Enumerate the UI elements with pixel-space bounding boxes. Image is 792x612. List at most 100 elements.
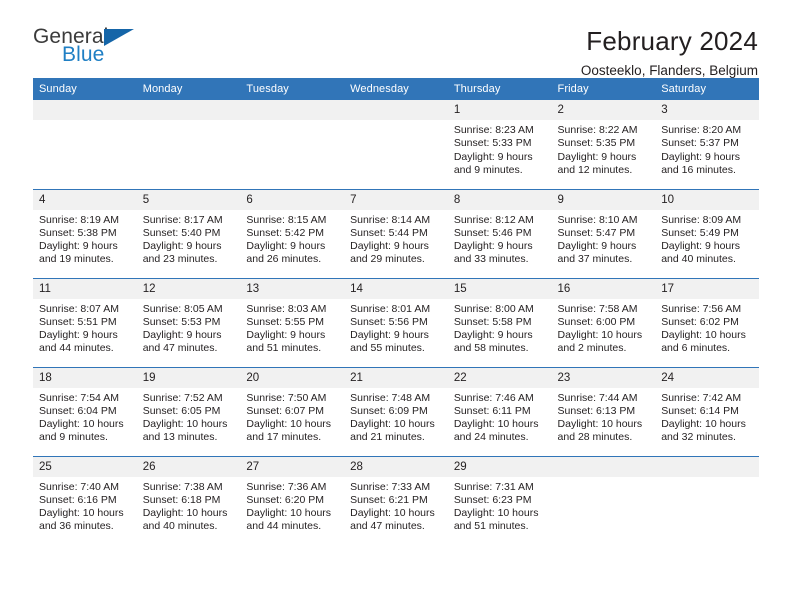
- calendar-day-cell[interactable]: 20 Sunrise: 7:50 AM Sunset: 6:07 PM Dayligh…: [240, 367, 345, 457]
- sunset-text: Sunset: 5:56 PM: [350, 315, 428, 328]
- calendar-day-cell[interactable]: 19 Sunrise: 7:52 AM Sunset: 6:05 PM Dayligh…: [136, 367, 241, 457]
- calendar-day-cell[interactable]: 15 Sunrise: 8:00 AM Sunset: 5:58 PM Dayligh…: [447, 278, 552, 368]
- calendar-day-cell[interactable]: 13 Sunrise: 8:03 AM Sunset: 5:55 PM Dayligh…: [240, 278, 345, 368]
- day-number: 25: [33, 456, 137, 477]
- daylight-text-line2: and 40 minutes.: [142, 520, 218, 533]
- daylight-text-line2: and 16 minutes.: [661, 163, 736, 176]
- calendar-day-cell[interactable]: 27 Sunrise: 7:36 AM Sunset: 6:20 PM Dayligh…: [240, 456, 345, 545]
- daylight-text-line2: and 51 minutes.: [453, 520, 529, 533]
- calendar-day-cell-empty: [551, 456, 656, 545]
- day-details: Sunrise: 8:00 AM Sunset: 5:58 PM Daylight:…: [448, 299, 552, 356]
- daylight-text-line1: Daylight: 10 hours: [557, 418, 643, 431]
- sunrise-text: Sunrise: 8:17 AM: [142, 213, 223, 226]
- calendar-page: General Blue February 2024 Oosteeklo, Fl…: [0, 0, 792, 612]
- calendar-day-cell[interactable]: 25 Sunrise: 7:40 AM Sunset: 6:16 PM Dayligh…: [33, 456, 137, 545]
- day-details: Sunrise: 8:19 AM Sunset: 5:38 PM Daylight:…: [33, 210, 137, 267]
- calendar-day-cell[interactable]: 16 Sunrise: 7:58 AM Sunset: 6:00 PM Dayligh…: [551, 278, 656, 368]
- daylight-text-line2: and 44 minutes.: [246, 520, 322, 533]
- sunrise-text: Sunrise: 8:05 AM: [142, 302, 223, 315]
- day-number: [551, 456, 656, 477]
- day-details: Sunrise: 8:22 AM Sunset: 5:35 PM Daylight:…: [552, 120, 656, 177]
- sunset-text: Sunset: 5:33 PM: [453, 137, 532, 150]
- day-number: [655, 456, 759, 477]
- sunrise-text: Sunrise: 8:20 AM: [661, 124, 742, 136]
- calendar-day-cell[interactable]: 10 Sunrise: 8:09 AM Sunset: 5:49 PM Dayligh…: [655, 189, 759, 279]
- weekday-header-friday: Friday: [551, 78, 656, 100]
- calendar-day-cell[interactable]: 9 Sunrise: 8:10 AM Sunset: 5:47 PM Daylight…: [551, 189, 656, 279]
- day-number: 17: [655, 278, 759, 299]
- sunrise-text: Sunrise: 7:52 AM: [142, 391, 223, 404]
- day-number: 23: [551, 367, 656, 388]
- sunrise-text: Sunrise: 8:22 AM: [557, 124, 638, 136]
- day-number: 7: [344, 189, 448, 210]
- weekday-header-wednesday: Wednesday: [344, 78, 448, 100]
- calendar-day-cell[interactable]: 17 Sunrise: 7:56 AM Sunset: 6:02 PM Dayligh…: [655, 278, 759, 368]
- sunrise-text: Sunrise: 7:42 AM: [661, 391, 742, 404]
- sunset-text: Sunset: 6:04 PM: [39, 404, 117, 417]
- sunrise-text: Sunrise: 8:14 AM: [350, 213, 431, 226]
- sunrise-text: Sunrise: 7:48 AM: [350, 391, 431, 404]
- brand-logo[interactable]: General Blue: [33, 26, 151, 65]
- sunset-text: Sunset: 6:21 PM: [350, 493, 428, 506]
- sunrise-text: Sunrise: 7:46 AM: [453, 391, 534, 404]
- calendar-header-row: Sunday Monday Tuesday Wednesday Thursday…: [33, 78, 759, 100]
- day-details: Sunrise: 8:03 AM Sunset: 5:55 PM Daylight:…: [240, 299, 344, 356]
- day-details: Sunrise: 8:10 AM Sunset: 5:47 PM Daylight:…: [552, 210, 656, 267]
- day-number: [344, 100, 448, 120]
- calendar-day-cell[interactable]: 4 Sunrise: 8:19 AM Sunset: 5:38 PM Daylight…: [33, 189, 137, 279]
- sunset-text: Sunset: 5:44 PM: [350, 226, 428, 239]
- daylight-text-line2: and 17 minutes.: [246, 431, 322, 444]
- calendar-day-cell[interactable]: 7 Sunrise: 8:14 AM Sunset: 5:44 PM Daylight…: [344, 189, 448, 279]
- calendar-day-cell[interactable]: 3 Sunrise: 8:20 AM Sunset: 5:37 PM Daylight…: [655, 100, 759, 190]
- sunrise-text: Sunrise: 8:00 AM: [453, 302, 534, 315]
- weekday-header-saturday: Saturday: [655, 78, 759, 100]
- calendar-day-cell[interactable]: 5 Sunrise: 8:17 AM Sunset: 5:40 PM Daylight…: [136, 189, 241, 279]
- calendar-day-cell[interactable]: 2 Sunrise: 8:22 AM Sunset: 5:35 PM Daylight…: [551, 100, 656, 190]
- daylight-text-line1: Daylight: 10 hours: [453, 418, 539, 431]
- sunset-text: Sunset: 5:40 PM: [142, 226, 221, 239]
- calendar-day-cell[interactable]: 1 Sunrise: 8:23 AM Sunset: 5:33 PM Daylight…: [447, 100, 552, 190]
- day-details: Sunrise: 7:46 AM Sunset: 6:11 PM Daylight:…: [448, 388, 552, 445]
- day-number: 10: [655, 189, 759, 210]
- daylight-text-line2: and 47 minutes.: [142, 342, 218, 355]
- calendar-day-cell-empty: [33, 100, 137, 190]
- sunrise-text: Sunrise: 7:56 AM: [661, 302, 742, 315]
- daylight-text-line1: Daylight: 10 hours: [661, 329, 746, 342]
- calendar-day-cell-empty: [136, 100, 241, 190]
- calendar-day-cell[interactable]: 24 Sunrise: 7:42 AM Sunset: 6:14 PM Dayligh…: [655, 367, 759, 457]
- daylight-text-line1: Daylight: 10 hours: [557, 329, 643, 342]
- day-number: 20: [240, 367, 345, 388]
- daylight-text-line2: and 9 minutes.: [39, 431, 108, 444]
- calendar-day-cell[interactable]: 23 Sunrise: 7:44 AM Sunset: 6:13 PM Dayligh…: [551, 367, 656, 457]
- daylight-text-line2: and 32 minutes.: [661, 431, 736, 444]
- sunset-text: Sunset: 5:46 PM: [453, 226, 532, 239]
- calendar-day-cell[interactable]: 22 Sunrise: 7:46 AM Sunset: 6:11 PM Dayligh…: [447, 367, 552, 457]
- daylight-text-line1: Daylight: 9 hours: [39, 329, 118, 342]
- calendar-day-cell[interactable]: 21 Sunrise: 7:48 AM Sunset: 6:09 PM Dayligh…: [344, 367, 448, 457]
- calendar-day-cell[interactable]: 26 Sunrise: 7:38 AM Sunset: 6:18 PM Dayligh…: [136, 456, 241, 545]
- calendar-day-cell[interactable]: 11 Sunrise: 8:07 AM Sunset: 5:51 PM Dayligh…: [33, 278, 137, 368]
- day-details: Sunrise: 7:48 AM Sunset: 6:09 PM Daylight:…: [344, 388, 448, 445]
- day-details: Sunrise: 8:09 AM Sunset: 5:49 PM Daylight:…: [655, 210, 759, 267]
- daylight-text-line2: and 24 minutes.: [453, 431, 529, 444]
- daylight-text-line2: and 29 minutes.: [350, 253, 425, 266]
- daylight-text-line1: Daylight: 10 hours: [453, 507, 539, 520]
- calendar-week-row: 11 Sunrise: 8:07 AM Sunset: 5:51 PM Dayligh…: [33, 278, 759, 368]
- calendar-day-cell[interactable]: 8 Sunrise: 8:12 AM Sunset: 5:46 PM Daylight…: [447, 189, 552, 279]
- day-number: 24: [655, 367, 759, 388]
- calendar-day-cell[interactable]: 28 Sunrise: 7:33 AM Sunset: 6:21 PM Dayligh…: [344, 456, 448, 545]
- calendar-day-cell[interactable]: 18 Sunrise: 7:54 AM Sunset: 6:04 PM Dayligh…: [33, 367, 137, 457]
- daylight-text-line2: and 19 minutes.: [39, 253, 114, 266]
- daylight-text-line1: Daylight: 9 hours: [453, 240, 533, 253]
- calendar-day-cell[interactable]: 14 Sunrise: 8:01 AM Sunset: 5:56 PM Dayligh…: [344, 278, 448, 368]
- title-block: February 2024 Oosteeklo, Flanders, Belgi…: [581, 26, 759, 80]
- calendar-day-cell[interactable]: 12 Sunrise: 8:05 AM Sunset: 5:53 PM Dayligh…: [136, 278, 241, 368]
- sunset-text: Sunset: 6:09 PM: [350, 404, 428, 417]
- calendar-day-cell[interactable]: 6 Sunrise: 8:15 AM Sunset: 5:42 PM Daylight…: [240, 189, 345, 279]
- daylight-text-line2: and 23 minutes.: [142, 253, 218, 266]
- sunrise-text: Sunrise: 8:09 AM: [661, 213, 742, 226]
- day-details: Sunrise: 7:50 AM Sunset: 6:07 PM Daylight:…: [240, 388, 344, 445]
- calendar-day-cell[interactable]: 29 Sunrise: 7:31 AM Sunset: 6:23 PM Dayligh…: [447, 456, 552, 545]
- daylight-text-line2: and 40 minutes.: [661, 253, 736, 266]
- sunrise-text: Sunrise: 7:50 AM: [246, 391, 327, 404]
